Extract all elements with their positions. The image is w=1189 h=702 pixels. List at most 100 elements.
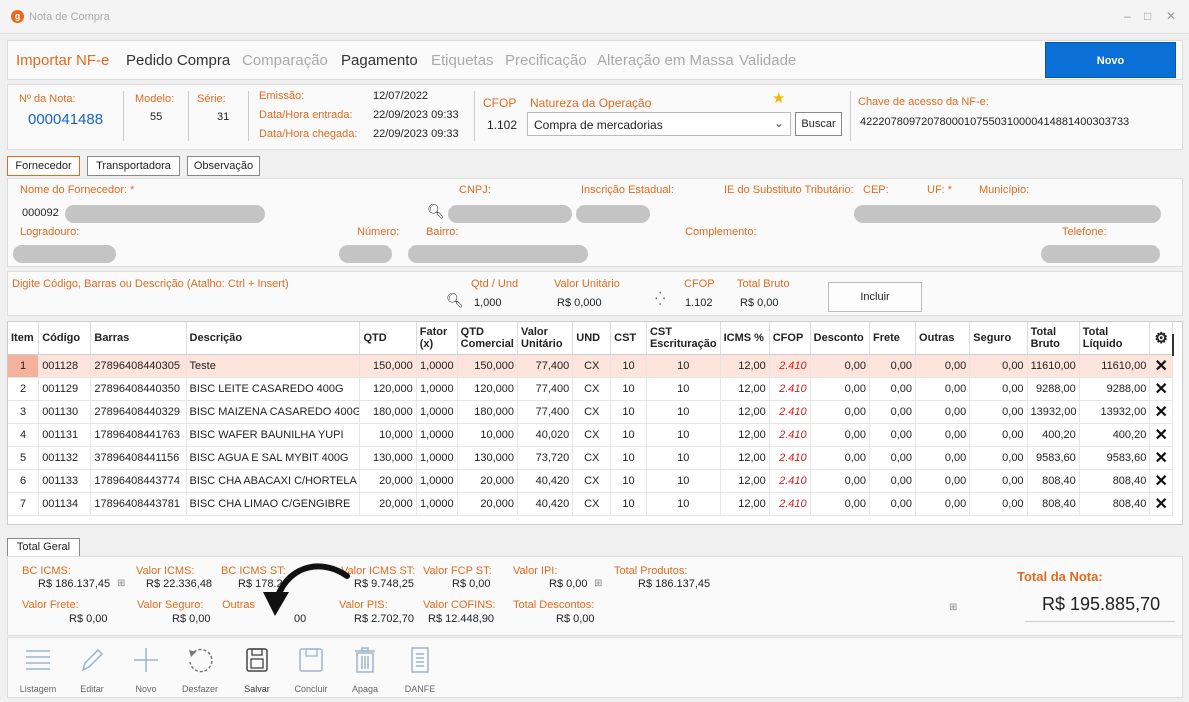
delete-row-icon[interactable]: ✕ xyxy=(1149,423,1173,447)
table-cell: 0,00 xyxy=(869,446,917,470)
col-header-codigo[interactable]: Código xyxy=(38,322,92,355)
table-cell: 0,00 xyxy=(969,446,1028,470)
menu-pagamento[interactable]: Pagamento xyxy=(341,52,418,69)
qtd-und-input[interactable]: 1,000 xyxy=(474,297,502,309)
menu-precificacao[interactable]: Precificação xyxy=(505,52,587,69)
search-icon[interactable]: 🔍︎ xyxy=(446,292,464,309)
concluir-label: Concluir xyxy=(294,684,328,694)
table-row[interactable]: 1 001128 27896408440305 Teste 150,000 1,0000 1… xyxy=(8,354,1173,378)
telefone-field[interactable] xyxy=(1041,245,1160,263)
ie-label: Inscrição Estadual: xyxy=(581,184,674,196)
delete-row-icon[interactable]: ✕ xyxy=(1149,400,1173,424)
table-cell: 1,0000 xyxy=(416,446,458,470)
cfop-picker-icon[interactable]: ⁛ xyxy=(655,291,665,307)
tab-fornecedor[interactable]: Fornecedor xyxy=(7,156,80,176)
delete-row-icon[interactable]: ✕ xyxy=(1149,354,1173,378)
menu-alteracao-massa[interactable]: Alteração em Massa xyxy=(597,52,734,69)
table-row[interactable]: 4 001131 17896408441763 BISC WAFER BAUNILHA… xyxy=(8,423,1173,447)
minimize-button[interactable]: – xyxy=(1124,9,1131,23)
col-header-total-liquido[interactable]: Total Líquido xyxy=(1079,322,1151,355)
apaga-button[interactable]: Apaga xyxy=(337,642,393,694)
favorite-star-icon[interactable]: ★ xyxy=(772,89,785,107)
table-cell: 11610,00 xyxy=(1079,354,1151,378)
bairro-field[interactable] xyxy=(408,245,588,263)
delete-row-icon[interactable]: ✕ xyxy=(1149,492,1173,516)
delete-row-icon[interactable]: ✕ xyxy=(1149,446,1173,470)
table-cell: 130,000 xyxy=(359,446,417,470)
col-header-icms[interactable]: ICMS % xyxy=(720,322,770,355)
col-header-qtd-comercial[interactable]: QTD Comercial xyxy=(457,322,519,355)
grid-settings-gear-icon[interactable]: ⚙ xyxy=(1149,322,1173,355)
table-cell: 0,00 xyxy=(810,377,871,401)
table-cell: 6 xyxy=(8,469,40,493)
novo-button[interactable]: Novo xyxy=(1045,42,1176,78)
detail-tree-icon[interactable]: ⊞ xyxy=(594,578,602,589)
table-cell: 10 xyxy=(610,446,647,470)
delete-row-icon[interactable]: ✕ xyxy=(1149,469,1173,493)
col-header-valor-unitario[interactable]: Valor Unitário xyxy=(517,322,574,355)
menu-importar-nfe[interactable]: Importar NF-e xyxy=(16,52,109,69)
cep-uf-municipio-field[interactable] xyxy=(854,205,1161,223)
fornecedor-nome-field[interactable] xyxy=(65,205,265,223)
novo-toolbar-button[interactable]: Novo xyxy=(118,642,174,694)
col-header-qtd[interactable]: QTD xyxy=(359,322,417,355)
menu-etiquetas[interactable]: Etiquetas xyxy=(431,52,494,69)
col-header-fator[interactable]: Fator (x) xyxy=(416,322,458,355)
table-cell: CX xyxy=(572,423,612,447)
col-header-cst-escrituracao[interactable]: CST Escrituração xyxy=(646,322,721,355)
col-header-seguro[interactable]: Seguro xyxy=(969,322,1028,355)
logradouro-field[interactable] xyxy=(13,245,116,263)
table-row[interactable]: 2 001129 27896408440350 BISC LEITE CASAREDO… xyxy=(8,377,1173,401)
entry-cfop-input[interactable]: 1.102 xyxy=(685,297,713,309)
salvar-button[interactable]: Salvar xyxy=(229,642,285,694)
buscar-button[interactable]: Buscar xyxy=(795,112,842,136)
search-icon[interactable]: 🔍︎ xyxy=(427,203,445,220)
col-header-total-bruto[interactable]: Total Bruto xyxy=(1027,322,1080,355)
natureza-select[interactable]: Compra de mercadorias ⌄ xyxy=(527,112,791,136)
col-header-und[interactable]: UND xyxy=(572,322,612,355)
table-row[interactable]: 7 001134 17896408443781 BISC CHA LIMAO C/GE… xyxy=(8,492,1173,516)
tab-total-geral[interactable]: Total Geral xyxy=(7,538,80,557)
table-cell: 40,020 xyxy=(517,423,574,447)
col-header-desconto[interactable]: Desconto xyxy=(810,322,871,355)
detail-tree-icon[interactable]: ⊞ xyxy=(949,602,957,613)
col-header-cst[interactable]: CST xyxy=(610,322,647,355)
menu-bar: Importar NF-e Pedido Compra Comparação P… xyxy=(7,40,1183,80)
cnpj-field[interactable] xyxy=(448,205,572,223)
plus-icon xyxy=(118,642,174,678)
close-button[interactable]: ✕ xyxy=(1166,9,1176,23)
ie-field[interactable] xyxy=(576,205,650,223)
table-cell: 001132 xyxy=(38,446,92,470)
col-header-cfop[interactable]: CFOP xyxy=(769,322,811,355)
danfe-button[interactable]: DANFE xyxy=(392,642,448,694)
numero-field[interactable] xyxy=(339,245,392,263)
menu-validade[interactable]: Validade xyxy=(739,52,796,69)
valor-unitario-input[interactable]: R$ 0,000 xyxy=(557,297,602,309)
listagem-button[interactable]: Listagem xyxy=(10,642,66,694)
editar-button[interactable]: Editar xyxy=(64,642,120,694)
table-row[interactable]: 5 001132 37896408441156 BISC AGUA E SAL MYB… xyxy=(8,446,1173,470)
menu-comparacao[interactable]: Comparação xyxy=(242,52,328,69)
grid-scrollbar[interactable] xyxy=(1172,334,1174,356)
table-cell: 0,00 xyxy=(969,400,1028,424)
concluir-button[interactable]: Concluir xyxy=(283,642,339,694)
col-header-frete[interactable]: Frete xyxy=(869,322,917,355)
col-header-item[interactable]: Item xyxy=(8,322,40,355)
tab-transportadora[interactable]: Transportadora xyxy=(87,156,180,176)
menu-pedido-compra[interactable]: Pedido Compra xyxy=(126,52,230,69)
table-cell: 0,00 xyxy=(915,446,971,470)
detail-tree-icon[interactable]: ⊞ xyxy=(117,578,125,589)
tab-observacao[interactable]: Observação xyxy=(187,156,260,176)
maximize-button[interactable]: □ xyxy=(1144,9,1151,23)
col-header-barras[interactable]: Barras xyxy=(90,322,187,355)
desfazer-button[interactable]: Desfazer xyxy=(172,642,228,694)
table-row[interactable]: 6 001133 17896408443774 BISC CHA ABACAXI C/… xyxy=(8,469,1173,493)
table-cell: 0,00 xyxy=(915,492,971,516)
table-row[interactable]: 3 001130 27896408440329 BISC MAIZENA CASARE… xyxy=(8,400,1173,424)
table-cell: 12,00 xyxy=(720,492,770,516)
table-cell: 808,40 xyxy=(1027,492,1080,516)
delete-row-icon[interactable]: ✕ xyxy=(1149,377,1173,401)
col-header-descricao[interactable]: Descrição xyxy=(186,322,361,355)
incluir-button[interactable]: Incluir xyxy=(828,282,922,312)
col-header-outras[interactable]: Outras xyxy=(915,322,971,355)
